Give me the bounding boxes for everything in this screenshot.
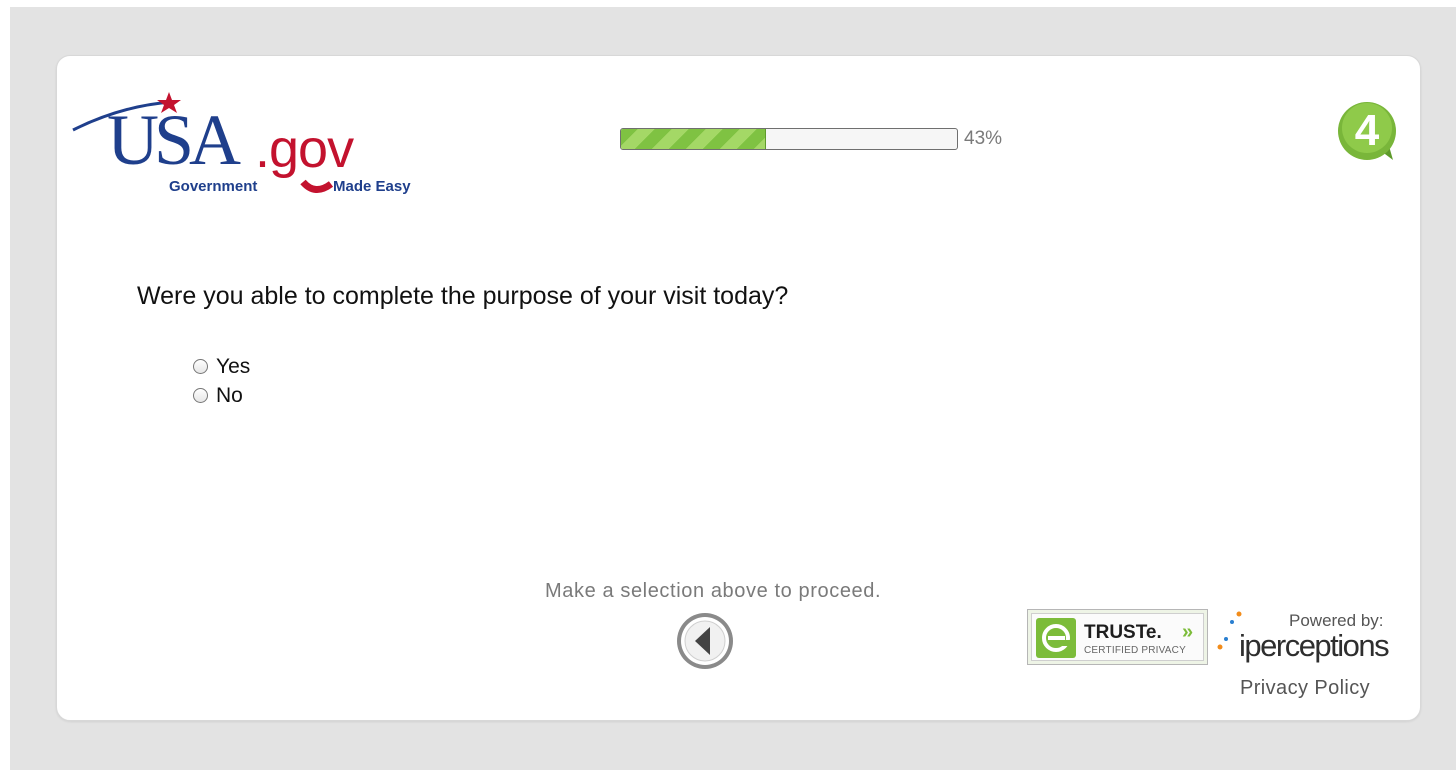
progress-bar: [620, 128, 958, 150]
proceed-hint: Make a selection above to proceed.: [545, 580, 882, 602]
radio-no[interactable]: [193, 388, 208, 403]
logo-gov-text: .gov: [255, 119, 354, 179]
option-no[interactable]: No: [193, 381, 250, 410]
option-yes[interactable]: Yes: [193, 352, 250, 381]
truste-chevron-icon: »: [1182, 621, 1194, 643]
radio-yes[interactable]: [193, 359, 208, 374]
option-no-label: No: [216, 383, 243, 407]
logo-tagline-made-easy: Made Easy: [333, 178, 411, 195]
logo-smile-icon: [300, 179, 334, 193]
answer-options: Yes No: [193, 352, 250, 410]
back-button[interactable]: [675, 611, 735, 671]
question-text: Were you able to complete the purpose of…: [137, 282, 789, 310]
truste-subtitle: CERTIFIED PRIVACY: [1084, 645, 1186, 656]
truste-seal-inner: TRUSTe. » CERTIFIED PRIVACY: [1031, 613, 1204, 661]
logo-usa-text: USA: [107, 100, 241, 180]
iperceptions-logo: iperceptions: [1239, 628, 1390, 663]
truste-seal[interactable]: TRUSTe. » CERTIFIED PRIVACY: [1027, 609, 1208, 665]
option-yes-label: Yes: [216, 354, 251, 378]
survey-card: USA .gov Government Made Easy 43% 4 Were…: [56, 55, 1421, 721]
logo-tagline-government: Government: [169, 178, 258, 195]
truste-seal-icon: [1036, 618, 1076, 658]
progress-fill: [621, 129, 767, 149]
progress-percent: 43%: [964, 128, 1003, 149]
usa-gov-logo: USA .gov Government Made Easy: [71, 84, 431, 199]
4q-badge-icon: 4: [1338, 102, 1396, 160]
privacy-policy-link[interactable]: Privacy Policy: [1240, 677, 1370, 700]
badge-text: 4: [1355, 106, 1380, 155]
truste-name: TRUSTe.: [1084, 622, 1162, 643]
